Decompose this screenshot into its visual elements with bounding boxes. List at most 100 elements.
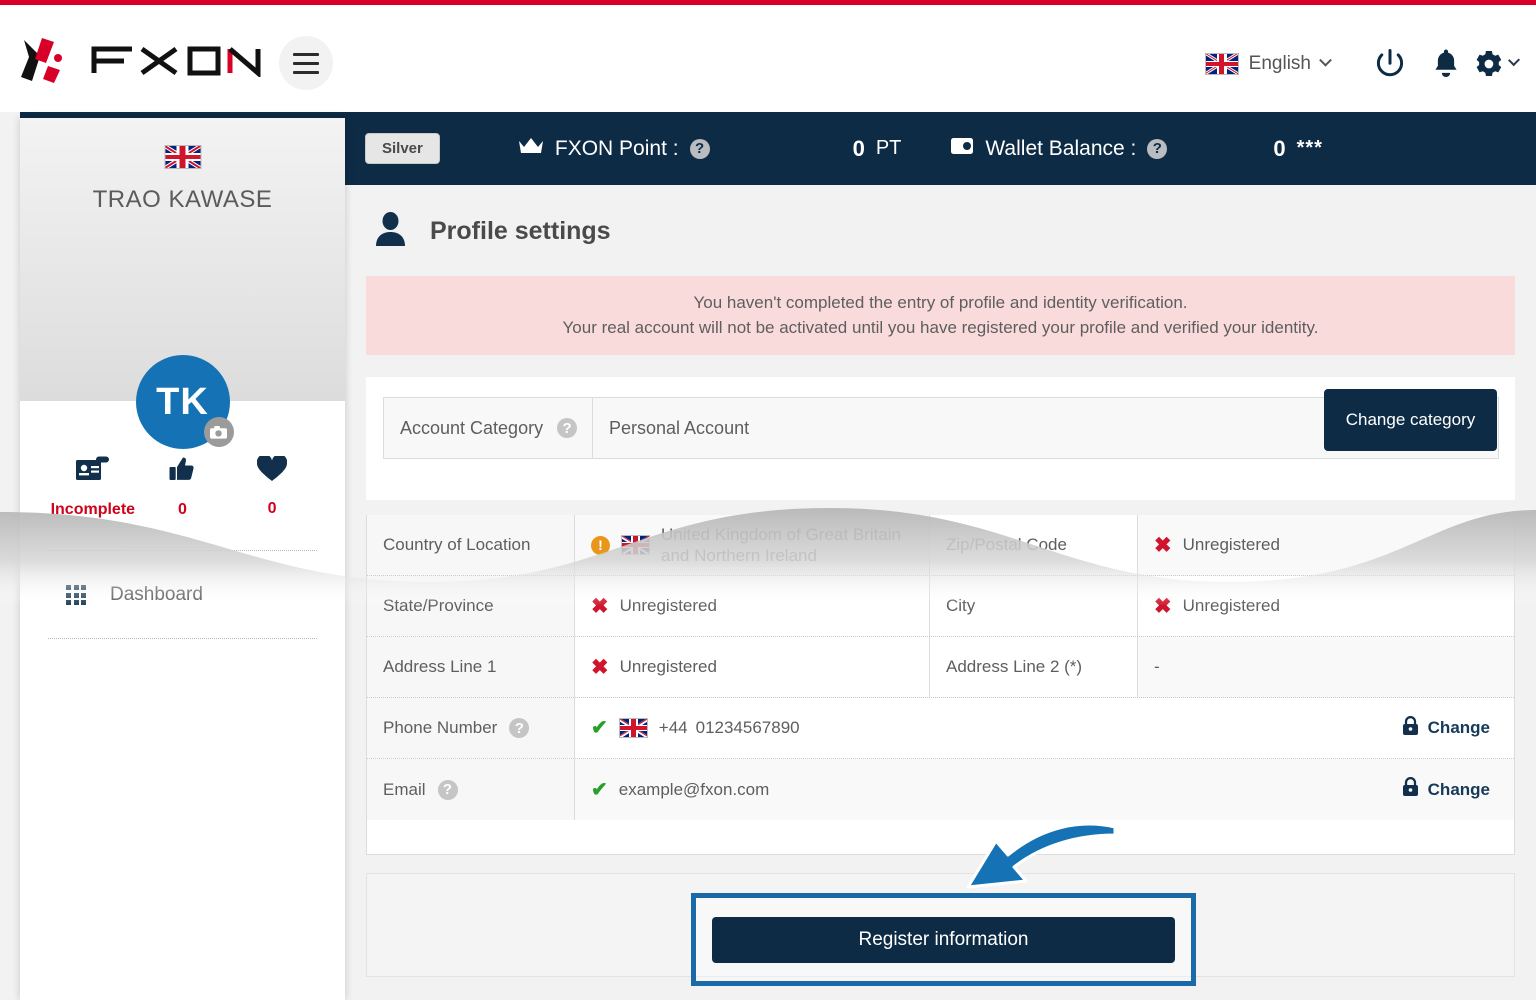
sidebar-stat-likes[interactable]: 0: [138, 456, 227, 519]
uk-flag-icon: [621, 535, 650, 555]
field-label: Zip/Postal Code: [930, 515, 1138, 575]
field-label-cell: Email ?: [367, 759, 575, 820]
wallet-balance-value: 0: [1273, 135, 1286, 161]
help-icon[interactable]: ?: [509, 718, 530, 738]
change-label: Change: [1427, 718, 1490, 737]
app-window: English Silver FXON Point: ? 0 PT Walle…: [0, 0, 1536, 1000]
change-label: Change: [1427, 779, 1490, 799]
sidebar-stat-label: 0: [267, 500, 277, 517]
page-left-gutter: [0, 112, 20, 1000]
crown-icon: [518, 137, 544, 161]
menu-toggle-button[interactable]: [279, 36, 333, 90]
field-value-text: Unregistered: [1182, 596, 1280, 615]
fxon-logo-mark: [18, 36, 80, 86]
field-value: ✖ Unregistered: [1138, 576, 1514, 636]
bell-icon[interactable]: [1418, 36, 1474, 92]
email-address: example@fxon.com: [618, 779, 770, 799]
fxon-logo[interactable]: [18, 35, 265, 87]
table-row-phone: Phone Number ? ✔ +44 01234567890 Change: [367, 698, 1514, 759]
burger-line: [293, 70, 319, 74]
uk-flag-icon: [164, 145, 201, 169]
chevron-down-icon: [1319, 53, 1332, 67]
wallet-icon: [950, 136, 974, 162]
account-category-card: Account Category ? Personal Account Chan…: [366, 377, 1515, 500]
fxon-point-label: FXON Point :: [554, 136, 679, 160]
field-value-country: ! United Kingdom of Great Britain and No…: [575, 515, 930, 575]
gear-icon[interactable]: [1474, 36, 1520, 92]
help-icon[interactable]: ?: [689, 138, 710, 159]
field-label: Country of Location: [367, 515, 575, 575]
avatar-initials: TK: [156, 380, 209, 423]
table-row: Address Line 1 ✖ Unregistered Address Li…: [367, 637, 1514, 698]
wallet-balance-value-group: 0 ***: [1273, 136, 1323, 162]
heart-icon: [256, 454, 288, 487]
change-phone-link[interactable]: Change: [1402, 715, 1490, 741]
field-value: -: [1138, 637, 1514, 697]
alert-line-2: Your real account will not be activated …: [562, 318, 1319, 337]
field-label: State/Province: [367, 576, 575, 636]
sidebar-stat-label: 0: [178, 501, 187, 518]
help-icon[interactable]: ?: [557, 418, 578, 438]
help-icon[interactable]: ?: [1147, 138, 1168, 159]
fxon-point-unit: PT: [875, 137, 902, 159]
field-value-text: Unregistered: [619, 657, 717, 676]
field-value-phone: ✔ +44 01234567890 Change: [575, 698, 1514, 758]
person-icon: [375, 212, 406, 251]
help-icon[interactable]: ?: [437, 779, 458, 800]
cross-icon: ✖: [1154, 594, 1172, 618]
cross-icon: ✖: [591, 655, 609, 679]
warning-icon: !: [591, 535, 610, 555]
fxon-point-value-group: 0 PT: [853, 136, 902, 162]
account-category-label: Account Category: [400, 417, 544, 438]
field-label: Address Line 1: [367, 637, 575, 697]
fxon-point-value: 0: [852, 135, 865, 161]
alert-line-1: You haven't completed the entry of profi…: [693, 293, 1188, 312]
wallet-balance-label: Wallet Balance :: [985, 136, 1137, 160]
field-label-cell: Phone Number ?: [367, 698, 575, 758]
field-value: ✖ Unregistered: [575, 576, 930, 636]
table-row: Country of Location ! United Kingdom of …: [367, 515, 1514, 576]
annotation-arrow: [966, 822, 1117, 889]
language-selector[interactable]: English: [1204, 53, 1332, 75]
field-value-text: Unregistered: [1182, 535, 1280, 554]
avatar[interactable]: TK: [135, 355, 234, 449]
sidebar-stat-favorites[interactable]: 0: [228, 454, 317, 519]
field-label: City: [930, 576, 1138, 636]
phone-country-code: +44: [658, 718, 688, 737]
uk-flag-icon: [618, 718, 648, 738]
sidebar-item-dashboard[interactable]: Dashboard: [20, 573, 345, 617]
wallet-balance-masked: ***: [1296, 137, 1323, 159]
field-label: Phone Number: [383, 718, 498, 737]
power-icon[interactable]: [1362, 36, 1418, 92]
chevron-down-icon: [1507, 53, 1520, 66]
phone-number: 01234567890: [695, 718, 800, 737]
lock-icon: [1402, 776, 1419, 802]
cross-icon: ✖: [1154, 533, 1172, 557]
user-name: TRAO KAWASE: [92, 186, 273, 213]
change-email-link[interactable]: Change: [1402, 776, 1490, 802]
left-sidebar: TRAO KAWASE TK Incomplete 0 0 Dashboard: [20, 118, 345, 1000]
page-title: Profile settings: [375, 212, 611, 251]
burger-line: [293, 52, 319, 56]
field-value: ✖ Unregistered: [575, 637, 930, 697]
account-category-value: Personal Account: [609, 417, 750, 438]
profile-details-table: Country of Location ! United Kingdom of …: [366, 515, 1515, 855]
wallet-balance-group: Wallet Balance : ?: [950, 136, 1168, 162]
register-information-button[interactable]: Register information: [712, 917, 1175, 963]
sidebar-divider: [48, 550, 317, 551]
field-value-text: Unregistered: [619, 596, 717, 615]
camera-icon[interactable]: [203, 417, 234, 447]
sidebar-item-label: Dashboard: [110, 584, 203, 605]
fxon-point-group: FXON Point : ?: [518, 137, 710, 161]
uk-flag-icon: [1204, 53, 1239, 75]
check-icon: ✔: [591, 717, 608, 739]
sidebar-divider: [48, 638, 317, 639]
sidebar-stat-identity[interactable]: Incomplete: [48, 456, 137, 519]
account-category-row: Account Category ? Personal Account Chan…: [383, 389, 1499, 459]
change-category-button[interactable]: Change category: [1324, 389, 1497, 451]
field-label: Email: [383, 779, 426, 799]
table-row: State/Province ✖ Unregistered City ✖ Unr…: [367, 576, 1514, 637]
account-category-label-cell: Account Category ?: [384, 398, 593, 458]
sidebar-stat-label: Incomplete: [50, 501, 136, 518]
page-title-text: Profile settings: [430, 217, 611, 245]
